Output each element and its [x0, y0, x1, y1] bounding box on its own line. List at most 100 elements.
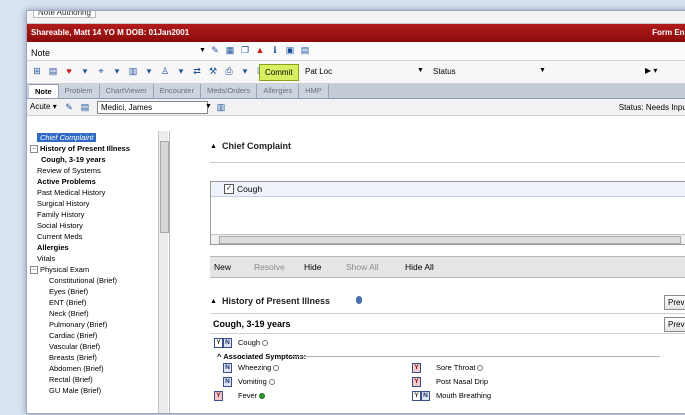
book-icon[interactable]: ▥ — [215, 101, 227, 113]
symptom-yn-toggle[interactable]: YN — [412, 377, 430, 387]
sidebar-item[interactable]: Past Medical History — [37, 188, 105, 197]
copy-icon[interactable]: ❐ — [239, 44, 251, 56]
sidebar-item[interactable]: Cardiac (Brief) — [49, 331, 97, 340]
symptom-yn-toggle[interactable]: YN — [412, 363, 430, 373]
sidebar-item[interactable]: Eyes (Brief) — [49, 287, 88, 296]
chevron-down-icon[interactable]: ▾ — [239, 65, 251, 77]
symptom-text: Wheezing — [238, 363, 272, 372]
chevron-down-icon[interactable]: ▼ — [417, 67, 424, 74]
sidebar-item[interactable]: Surgical History — [37, 199, 90, 208]
hide-button[interactable]: Hide — [304, 262, 321, 272]
sidebar-item[interactable]: Current Meds — [37, 232, 82, 241]
commit-button[interactable]: Commit — [259, 64, 299, 81]
forward-icon[interactable]: ▶ ▾ — [645, 66, 657, 75]
sidebar-item[interactable]: History of Present Illness — [40, 144, 130, 153]
pen-icon[interactable]: ✎ — [209, 44, 221, 56]
sidebar-item[interactable]: Vitals — [37, 254, 55, 263]
cough-checkbox[interactable]: ✓ — [224, 184, 234, 194]
patient-banner: Shareable, Matt 14 YO M DOB: 01Jan2001 F… — [27, 24, 685, 42]
sidebar-item[interactable]: Review of Systems — [37, 166, 101, 175]
chief-complaint-row[interactable]: ✓ Cough — [211, 182, 685, 197]
save-icon[interactable]: ▣ — [284, 44, 296, 56]
sidebar-item[interactable]: Rectal (Brief) — [49, 375, 93, 384]
grid-icon[interactable]: ⊞ — [31, 65, 43, 77]
window-icon[interactable]: ▤ — [299, 44, 311, 56]
symptom-yn-toggle[interactable]: YN — [214, 363, 232, 373]
tab-hmp[interactable]: HMP — [299, 84, 329, 98]
case-previous-button[interactable]: Previous — [664, 317, 685, 332]
sidebar-item[interactable]: Pulmonary (Brief) — [49, 320, 107, 329]
sidebar-item[interactable]: Abdomen (Brief) — [49, 364, 104, 373]
flow-icon[interactable]: ⇄ — [191, 65, 203, 77]
symptom-yn-toggle[interactable]: YN — [214, 377, 232, 387]
tree-collapse-icon[interactable]: − — [30, 266, 38, 274]
tree-collapse-icon[interactable]: − — [30, 145, 38, 153]
tab-meds-orders[interactable]: Meds/Orders — [200, 84, 258, 98]
sidebar-item[interactable]: Social History — [37, 221, 83, 230]
cough-text: Cough — [238, 338, 261, 347]
microphone-icon[interactable] — [356, 296, 362, 304]
chevron-down-icon[interactable]: ▼ — [205, 103, 212, 110]
sidebar-item[interactable]: Vascular (Brief) — [49, 342, 100, 351]
chief-complaint-header: Chief Complaint — [222, 141, 291, 151]
table-icon[interactable]: ▦ — [224, 44, 236, 56]
resolve-button[interactable]: Resolve — [254, 262, 285, 272]
heart-icon[interactable]: ♥ — [63, 65, 75, 77]
alert-icon[interactable]: ▲ — [254, 44, 266, 56]
person-icon[interactable]: ♙ — [159, 65, 171, 77]
cough-label: Cough — [238, 338, 269, 347]
scrollbar-thumb[interactable] — [160, 141, 169, 233]
info-icon[interactable]: ℹ — [269, 44, 281, 56]
sidebar-item[interactable]: ENT (Brief) — [49, 298, 86, 307]
chevron-down-icon[interactable]: ▾ — [111, 65, 123, 77]
pin-icon[interactable]: ⌖ — [95, 65, 107, 77]
sidebar-item[interactable]: Chief Complaint — [37, 133, 97, 142]
sidebar-item[interactable]: Allergies — [37, 243, 69, 252]
sidebar-scrollbar[interactable] — [158, 131, 169, 413]
status-dot — [268, 379, 275, 386]
status-field[interactable]: Status — [433, 67, 456, 76]
tab-note[interactable]: Note — [29, 84, 59, 98]
note-type-select[interactable]: Note — [27, 44, 199, 58]
hpi-previous-button[interactable]: Previous — [664, 295, 685, 310]
collapse-icon[interactable]: ▲ — [210, 298, 217, 305]
collapse-icon[interactable]: ▲ — [210, 143, 217, 150]
horizontal-scrollbar[interactable] — [211, 234, 685, 244]
sidebar-item[interactable]: Physical Exam — [40, 265, 89, 274]
symptom-yn-toggle[interactable]: YN — [412, 391, 430, 401]
symptom-yn-toggle[interactable]: YN — [214, 391, 232, 401]
sidebar-item[interactable]: Constitutional (Brief) — [49, 276, 117, 285]
sidebar-item[interactable]: Neck (Brief) — [49, 309, 89, 318]
divider — [210, 333, 685, 334]
tab-problem[interactable]: Problem — [58, 84, 100, 98]
sidebar-item[interactable]: Cough, 3-19 years — [41, 155, 106, 164]
document-icon[interactable]: ▤ — [79, 101, 91, 113]
hide-all-button[interactable]: Hide All — [405, 262, 434, 272]
tab-allergies[interactable]: Allergies — [257, 84, 300, 98]
document-icon[interactable]: ▤ — [47, 65, 59, 77]
provider-select[interactable]: Medici, James — [97, 101, 208, 114]
chevron-down-icon[interactable]: ▼ — [199, 47, 206, 54]
sidebar-item[interactable]: Active Problems — [37, 177, 96, 186]
chevron-down-icon[interactable]: ▼ — [539, 67, 546, 74]
new-button[interactable]: New — [214, 262, 231, 272]
acute-select[interactable]: Acute ▾ — [30, 102, 57, 111]
tab-encounter[interactable]: Encounter — [153, 84, 201, 98]
tools-icon[interactable]: ⚒ — [207, 65, 219, 77]
sidebar-item[interactable]: Family History — [37, 210, 85, 219]
cough-yn-toggle[interactable]: YN — [214, 338, 232, 348]
chevron-down-icon[interactable]: ▾ — [143, 65, 155, 77]
sidebar-item[interactable]: GU Male (Brief) — [49, 386, 101, 395]
chief-complaint-box: ✓ Cough — [210, 181, 685, 245]
patient-location-field[interactable]: Pat Loc — [305, 67, 332, 76]
show-all-button[interactable]: Show All — [346, 262, 379, 272]
sidebar-item[interactable]: Breasts (Brief) — [49, 353, 97, 362]
clipboard-icon[interactable]: ▥ — [127, 65, 139, 77]
scrollbar-thumb[interactable] — [219, 236, 681, 244]
chevron-down-icon[interactable]: ▾ — [79, 65, 91, 77]
print-icon[interactable]: ⎙ — [223, 65, 235, 77]
tab-chartviewer[interactable]: ChartViewer — [99, 84, 154, 98]
chevron-down-icon[interactable]: ▾ — [175, 65, 187, 77]
window-top-tab[interactable]: Note Authoring — [33, 11, 96, 18]
pen-icon[interactable]: ✎ — [63, 101, 75, 113]
